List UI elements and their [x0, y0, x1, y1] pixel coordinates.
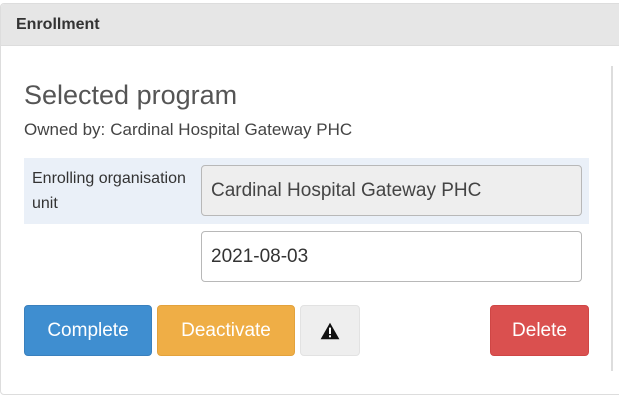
deactivate-button[interactable]: Deactivate	[157, 305, 295, 356]
warning-triangle-icon	[320, 322, 340, 339]
enrollment-date-field[interactable]	[201, 231, 582, 282]
panel-header: Enrollment	[1, 4, 619, 46]
owned-by-line: Owned by: Cardinal Hospital Gateway PHC	[24, 119, 352, 141]
org-unit-row: Enrolling organisation unit	[24, 158, 589, 224]
owned-by-label: Owned by:	[24, 120, 106, 139]
owned-by-value: Cardinal Hospital Gateway PHC	[110, 120, 353, 139]
org-unit-label: Enrolling organisation unit	[32, 170, 186, 212]
panel-title: Enrollment	[16, 15, 100, 33]
complete-button[interactable]: Complete	[24, 305, 152, 356]
content-right-border	[611, 66, 613, 371]
warning-button[interactable]	[300, 305, 360, 356]
delete-button[interactable]: Delete	[490, 305, 589, 356]
program-title: Selected program	[24, 80, 238, 110]
org-unit-field[interactable]	[201, 165, 582, 216]
